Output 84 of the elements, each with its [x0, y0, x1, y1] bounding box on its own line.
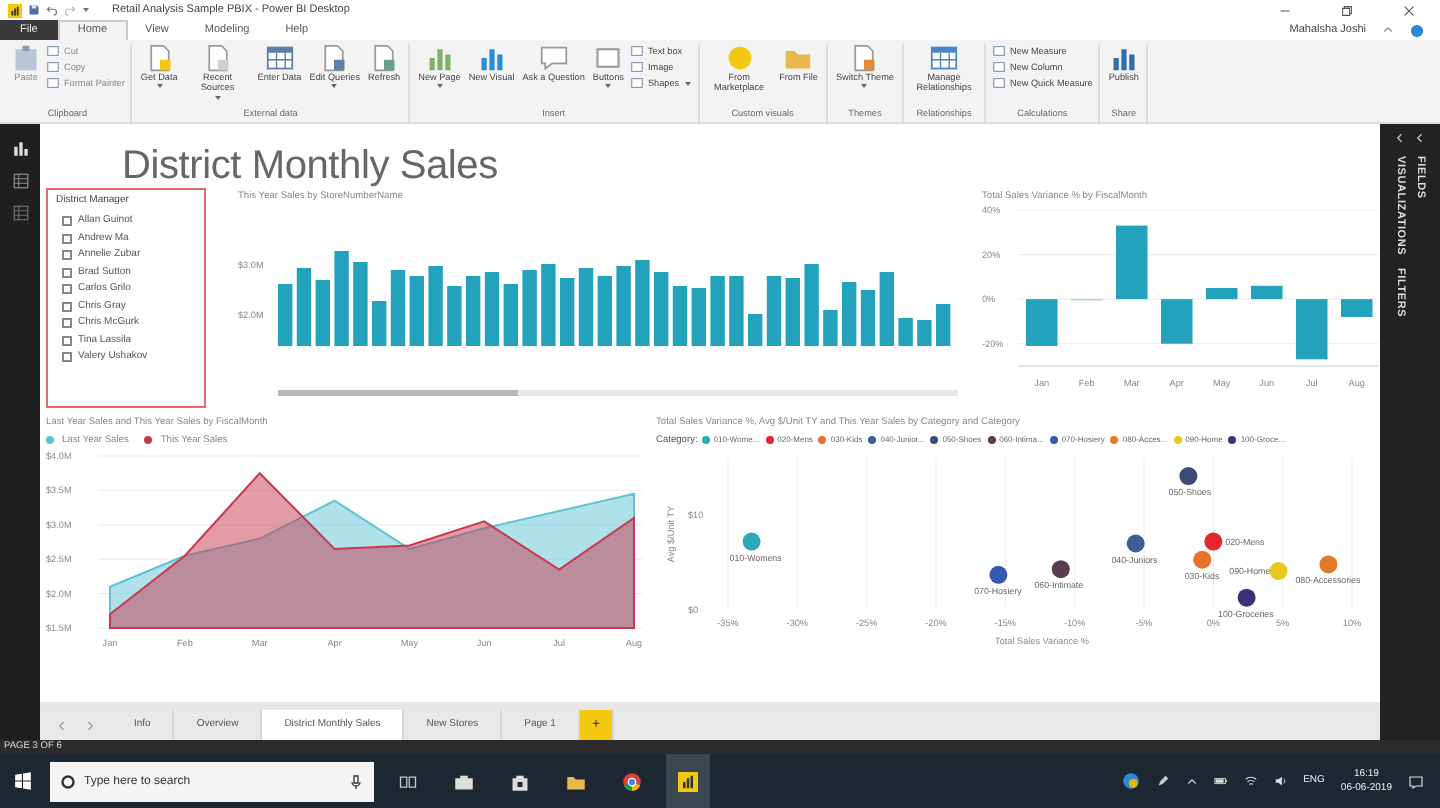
logo-icon — [8, 3, 22, 17]
bar — [522, 270, 537, 347]
pen-icon[interactable] — [1155, 774, 1170, 788]
bar — [503, 284, 518, 347]
model-icon[interactable] — [11, 172, 29, 190]
checkbox[interactable] — [62, 284, 72, 295]
caret-icon — [330, 82, 339, 91]
clipboard-icon — [12, 44, 40, 72]
bar — [390, 270, 406, 347]
checkbox[interactable] — [62, 267, 72, 278]
bar — [578, 268, 594, 347]
checkbox[interactable] — [62, 250, 72, 261]
notification-icon[interactable] — [1408, 773, 1424, 789]
bar — [842, 282, 857, 347]
bar — [560, 278, 575, 347]
battery-icon[interactable] — [1213, 774, 1228, 788]
bar — [597, 276, 612, 347]
bar — [672, 286, 688, 347]
bar — [691, 288, 706, 347]
windows-logo-icon[interactable] — [13, 772, 31, 790]
logo-icon[interactable] — [678, 771, 698, 791]
circle-icon — [725, 44, 754, 72]
save-icon[interactable] — [28, 4, 40, 16]
bar-chart-icon — [477, 44, 506, 72]
bar — [278, 284, 293, 347]
bar — [428, 266, 443, 347]
bar — [353, 262, 368, 347]
undo-icon[interactable] — [46, 4, 58, 16]
browser-icon[interactable] — [622, 771, 642, 791]
folder-icon[interactable] — [566, 771, 586, 791]
bar — [635, 260, 650, 347]
checkbox[interactable] — [62, 318, 72, 329]
caret-icon — [604, 82, 613, 91]
avatar-icon[interactable] — [1410, 23, 1424, 37]
restore-icon[interactable] — [1340, 3, 1354, 17]
report-icon[interactable] — [11, 140, 29, 158]
task-view-icon[interactable] — [398, 771, 418, 791]
bar — [466, 276, 481, 347]
caret-icon — [155, 82, 164, 91]
bar-chart-icon — [1109, 44, 1138, 72]
caret-icon — [683, 79, 692, 87]
bar — [484, 272, 500, 347]
checkbox[interactable] — [62, 335, 72, 346]
bar — [447, 286, 462, 347]
bar — [710, 276, 725, 347]
bar — [334, 251, 349, 347]
bar — [860, 290, 876, 347]
caret-icon[interactable] — [82, 6, 90, 14]
bar-chart-icon — [425, 44, 454, 72]
briefcase-icon[interactable] — [454, 771, 474, 791]
checkbox[interactable] — [62, 233, 72, 244]
bar — [766, 276, 782, 347]
bar — [936, 304, 951, 347]
microphone-icon — [348, 773, 364, 789]
chevron-icon[interactable] — [1185, 775, 1198, 787]
bar — [654, 272, 669, 347]
bar — [372, 301, 387, 347]
bar — [917, 320, 932, 347]
caret-icon — [860, 82, 869, 91]
bar — [729, 276, 744, 347]
cloud-icon[interactable] — [1121, 772, 1140, 790]
checkbox[interactable] — [62, 216, 72, 227]
bar — [804, 264, 819, 347]
checkbox[interactable] — [62, 352, 72, 363]
caret-icon — [213, 93, 222, 102]
bar — [748, 314, 763, 347]
bar — [823, 310, 838, 347]
report-title: District Monthly Sales — [120, 142, 500, 191]
bar — [541, 264, 556, 347]
model-icon[interactable] — [11, 204, 29, 222]
checkbox[interactable] — [62, 301, 72, 312]
wifi-icon[interactable] — [1243, 774, 1258, 788]
bar — [898, 318, 913, 347]
bar — [409, 276, 424, 347]
bar — [616, 266, 631, 347]
bar — [315, 280, 330, 347]
bar — [785, 278, 800, 347]
bag-icon[interactable] — [510, 771, 530, 791]
bar — [296, 268, 312, 347]
caret-icon — [435, 82, 444, 91]
speaker-icon[interactable] — [1273, 774, 1288, 788]
search-icon — [60, 773, 76, 789]
bar — [879, 272, 894, 347]
close-icon[interactable] — [1402, 3, 1416, 17]
